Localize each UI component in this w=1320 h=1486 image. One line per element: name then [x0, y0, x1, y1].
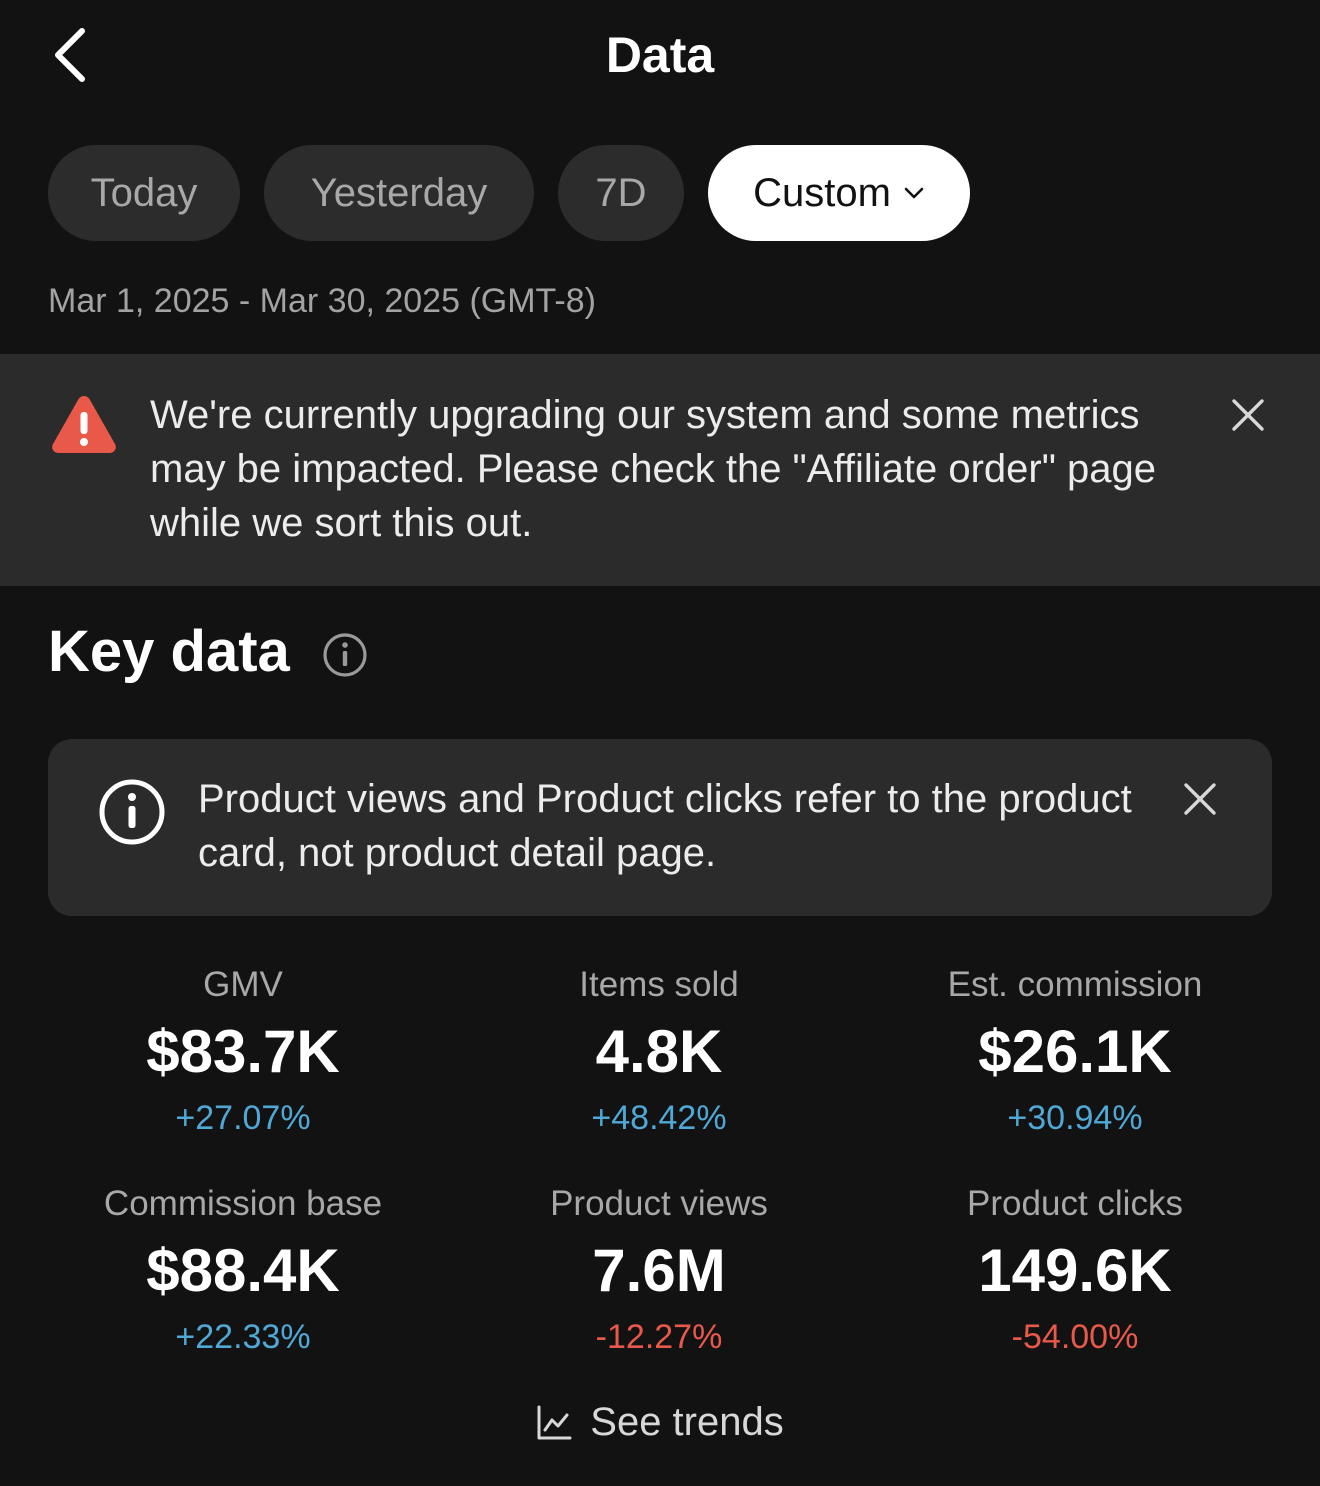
see-trends-button[interactable]: See trends [0, 1400, 1320, 1445]
warning-icon [50, 392, 118, 461]
metric-change: +30.94% [1007, 1099, 1143, 1137]
chip-label: 7D [595, 170, 647, 215]
metric-value: 4.8K [595, 1018, 723, 1085]
metric-label: Product views [550, 1184, 768, 1223]
date-range-text: Mar 1, 2025 - Mar 30, 2025 (GMT-8) [48, 282, 596, 320]
metric-value: 149.6K [978, 1237, 1172, 1304]
metric-value: $26.1K [978, 1018, 1172, 1085]
metric-label: GMV [203, 965, 283, 1004]
info-circle-icon [98, 778, 166, 851]
metric-label: Est. commission [947, 965, 1203, 1004]
metric-product-clicks[interactable]: Product clicks 149.6K -54.00% [867, 1183, 1283, 1357]
metric-label: Commission base [103, 1184, 383, 1223]
key-data-title: Key data [48, 619, 290, 684]
close-icon [1184, 783, 1216, 815]
see-trends-label: See trends [590, 1400, 784, 1444]
metric-change: +27.07% [175, 1099, 311, 1137]
header: Data [0, 0, 1320, 112]
metric-change: -12.27% [595, 1318, 723, 1356]
metric-value: $83.7K [146, 1018, 340, 1085]
close-icon [1232, 399, 1264, 431]
chip-label: Custom [753, 170, 891, 215]
chip-today[interactable]: Today [48, 145, 240, 241]
metric-label: Items sold [579, 965, 739, 1004]
metric-value: 7.6M [592, 1237, 726, 1304]
metric-label: Product clicks [967, 1184, 1183, 1223]
info-note-close-button[interactable] [1176, 775, 1224, 823]
metric-change: -54.00% [1011, 1318, 1139, 1356]
page-title: Data [605, 27, 715, 83]
info-note-text: Product views and Product clicks refer t… [198, 777, 1132, 875]
chip-custom[interactable]: Custom [708, 145, 970, 241]
metric-value: $88.4K [146, 1237, 340, 1304]
chevron-down-icon [903, 186, 925, 200]
metric-est-commission[interactable]: Est. commission $26.1K +30.94% [867, 964, 1283, 1138]
chip-label: Yesterday [310, 170, 488, 215]
metric-change: +22.33% [175, 1318, 311, 1356]
metric-product-views[interactable]: Product views 7.6M -12.27% [451, 1183, 867, 1357]
chip-label: Today [90, 170, 198, 215]
metric-items-sold[interactable]: Items sold 4.8K +48.42% [451, 964, 867, 1138]
chip-7d[interactable]: 7D [558, 145, 684, 241]
date-filter-chips: Today Yesterday 7D Custom [48, 145, 970, 241]
metric-gmv[interactable]: GMV $83.7K +27.07% [35, 964, 451, 1138]
metric-commission-base[interactable]: Commission base $88.4K +22.33% [35, 1183, 451, 1357]
info-icon[interactable] [322, 632, 368, 678]
warning-text: We're currently upgrading our system and… [150, 393, 1156, 545]
warning-close-button[interactable] [1224, 391, 1272, 439]
line-chart-icon [537, 1405, 572, 1439]
chip-yesterday[interactable]: Yesterday [264, 145, 534, 241]
metric-change: +48.42% [591, 1099, 727, 1137]
